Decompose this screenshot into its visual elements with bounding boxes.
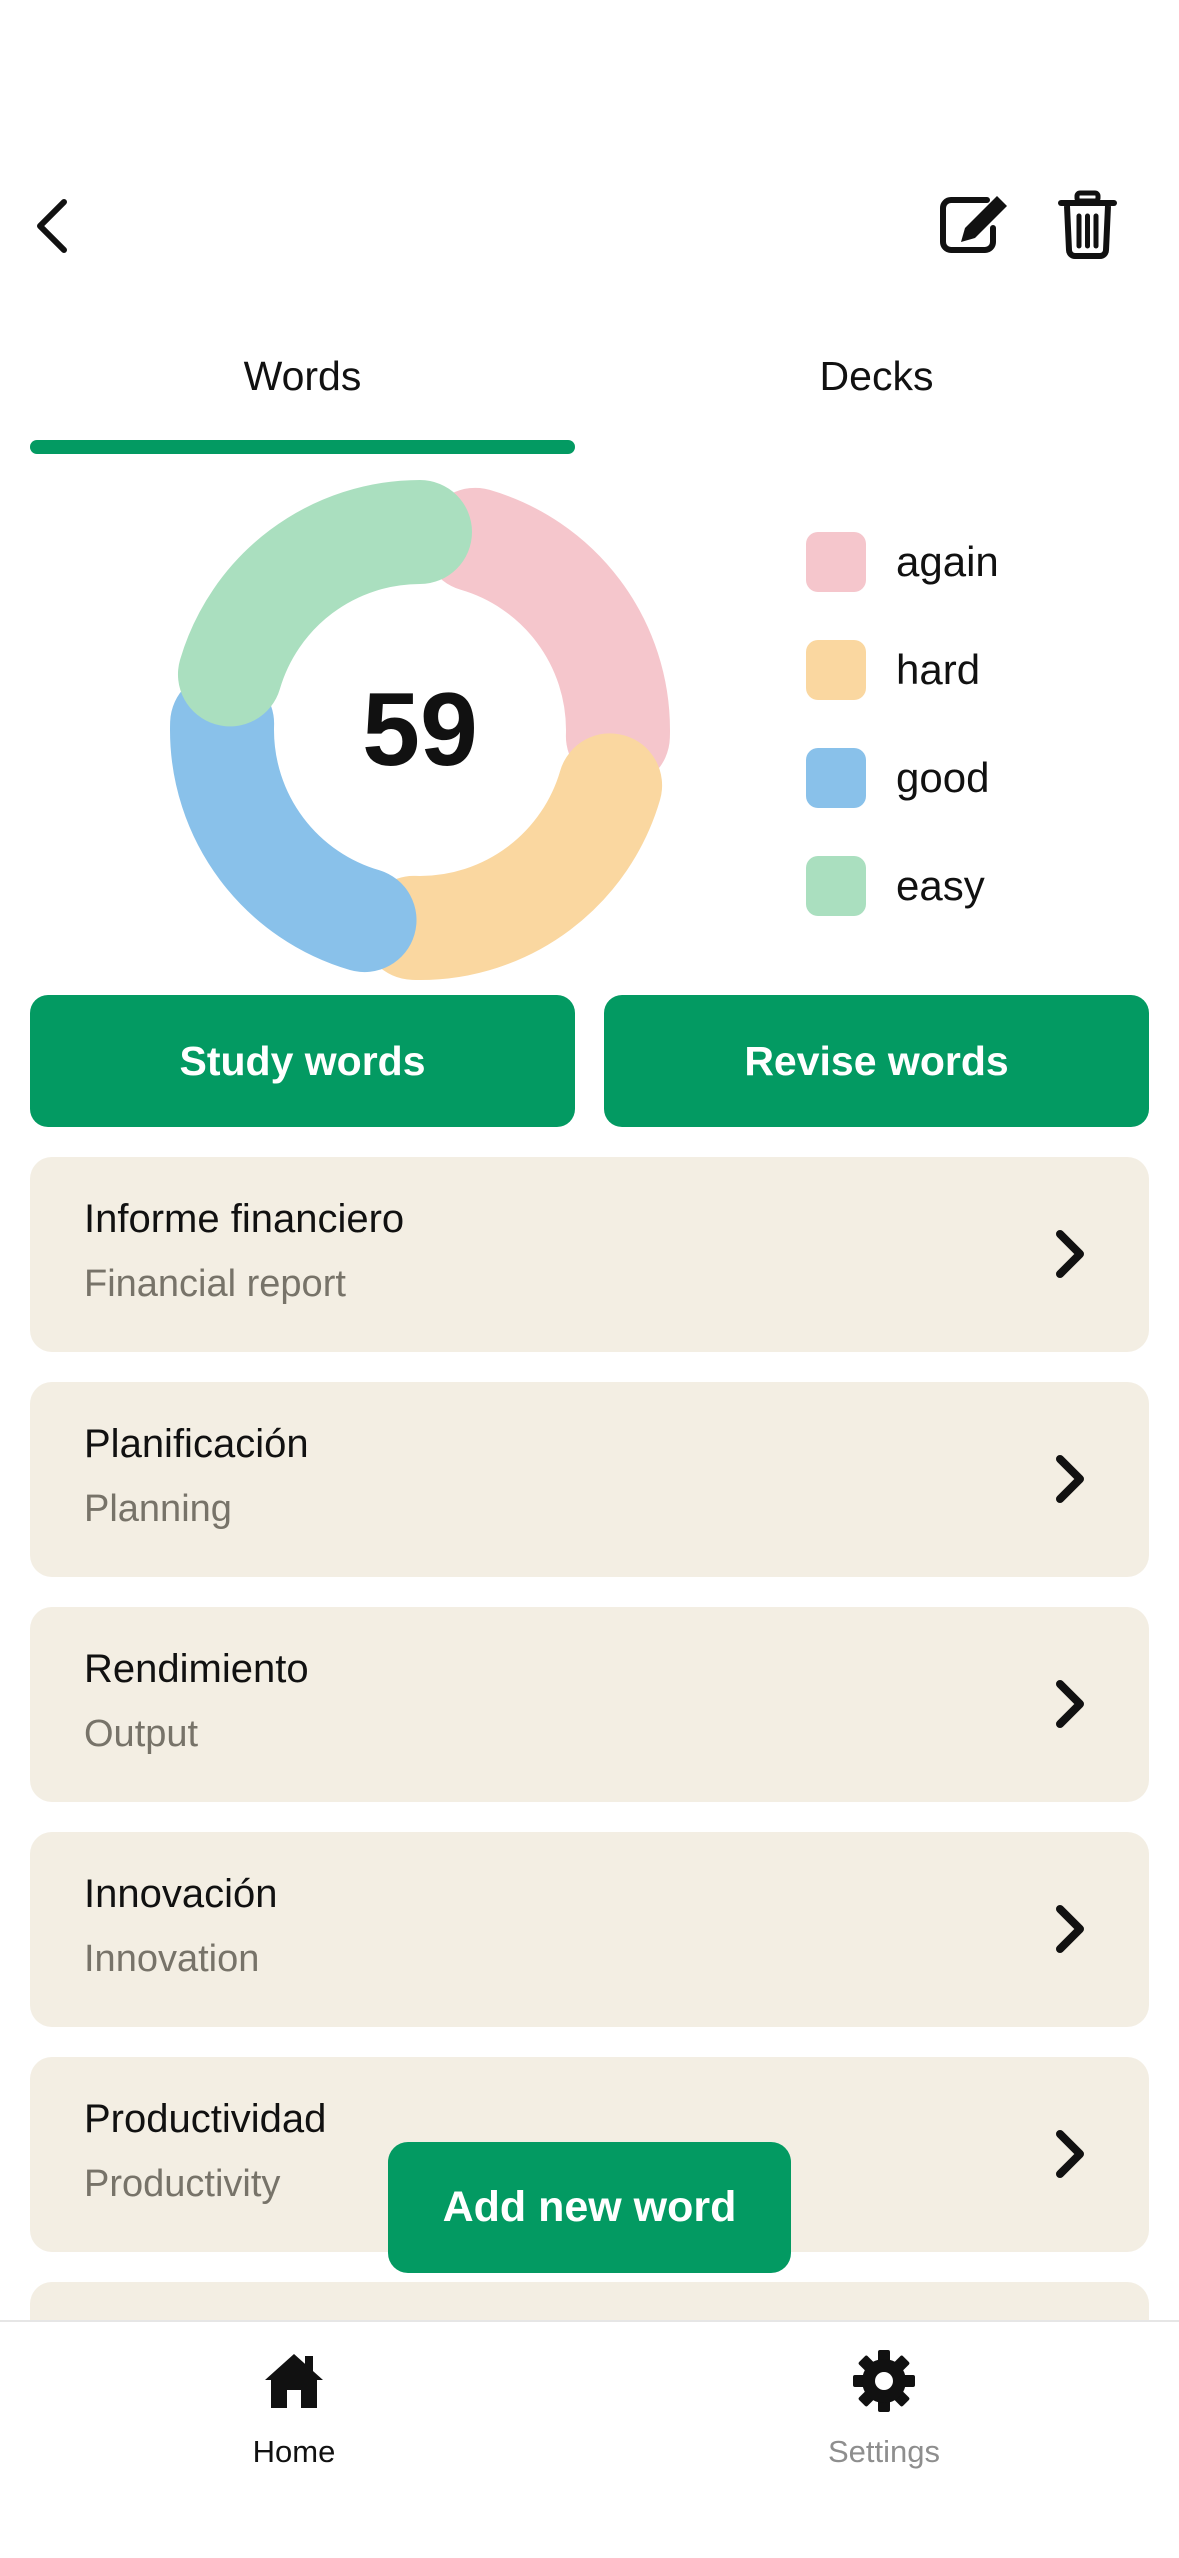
edit-icon [940, 196, 1007, 253]
chevron-left-icon [37, 199, 67, 253]
legend-label-hard: hard [896, 646, 981, 693]
bottom-nav: Home Settings [0, 2320, 1179, 2558]
home-icon [265, 2354, 323, 2408]
legend-swatch-again [806, 532, 866, 592]
word-list-item[interactable]: Informe financiero Financial report [30, 1157, 1149, 1352]
legend-label-good: good [896, 754, 990, 801]
nav-label-home: Home [252, 2434, 336, 2469]
delete-button[interactable] [1055, 190, 1120, 260]
word-term: Planificación [84, 1422, 309, 1466]
study-words-button[interactable]: Study words [30, 995, 575, 1127]
word-translation: Productivity [84, 2163, 281, 2205]
add-new-word-button[interactable]: Add new word [388, 2142, 791, 2273]
word-term: Productividad [84, 2097, 327, 2141]
word-list-item-partial[interactable] [30, 2282, 1149, 2320]
total-word-count: 59 [362, 672, 478, 788]
word-list-item[interactable]: Innovación Innovation [30, 1832, 1149, 2027]
word-translation: Output [84, 1713, 199, 1755]
tab-words-label: Words [243, 353, 362, 399]
word-translation: Planning [84, 1488, 232, 1530]
tab-decks-label: Decks [819, 353, 934, 399]
chevron-right-icon [1056, 1455, 1084, 1503]
gear-icon [853, 2350, 915, 2412]
legend-swatch-easy [806, 856, 866, 916]
word-term: Rendimiento [84, 1647, 309, 1691]
tab-decks[interactable]: Decks [604, 336, 1149, 416]
active-tab-indicator [30, 440, 575, 454]
legend-swatch-good [806, 748, 866, 808]
chevron-right-icon [1056, 1905, 1084, 1953]
back-button[interactable] [20, 190, 90, 260]
trash-icon [1058, 190, 1117, 259]
legend-swatch-hard [806, 640, 866, 700]
chevron-right-icon [1056, 1680, 1084, 1728]
nav-label-settings: Settings [827, 2434, 940, 2469]
word-translation: Innovation [84, 1938, 260, 1980]
nav-item-home[interactable]: Home [144, 2322, 444, 2482]
word-list-item[interactable]: Rendimiento Output [30, 1607, 1149, 1802]
revise-words-button[interactable]: Revise words [604, 995, 1149, 1127]
edit-button[interactable] [935, 190, 1015, 260]
word-term: Informe financiero [84, 1197, 405, 1241]
word-list-item[interactable]: Planificación Planning [30, 1382, 1149, 1577]
word-term: Innovación [84, 1872, 278, 1916]
chevron-right-icon [1056, 2130, 1084, 2178]
chevron-right-icon [1056, 1230, 1084, 1278]
legend-label-again: again [896, 538, 999, 585]
legend-label-easy: easy [896, 862, 985, 909]
tab-words[interactable]: Words [30, 336, 575, 416]
nav-item-settings[interactable]: Settings [734, 2322, 1034, 2482]
word-translation: Financial report [84, 1263, 346, 1305]
